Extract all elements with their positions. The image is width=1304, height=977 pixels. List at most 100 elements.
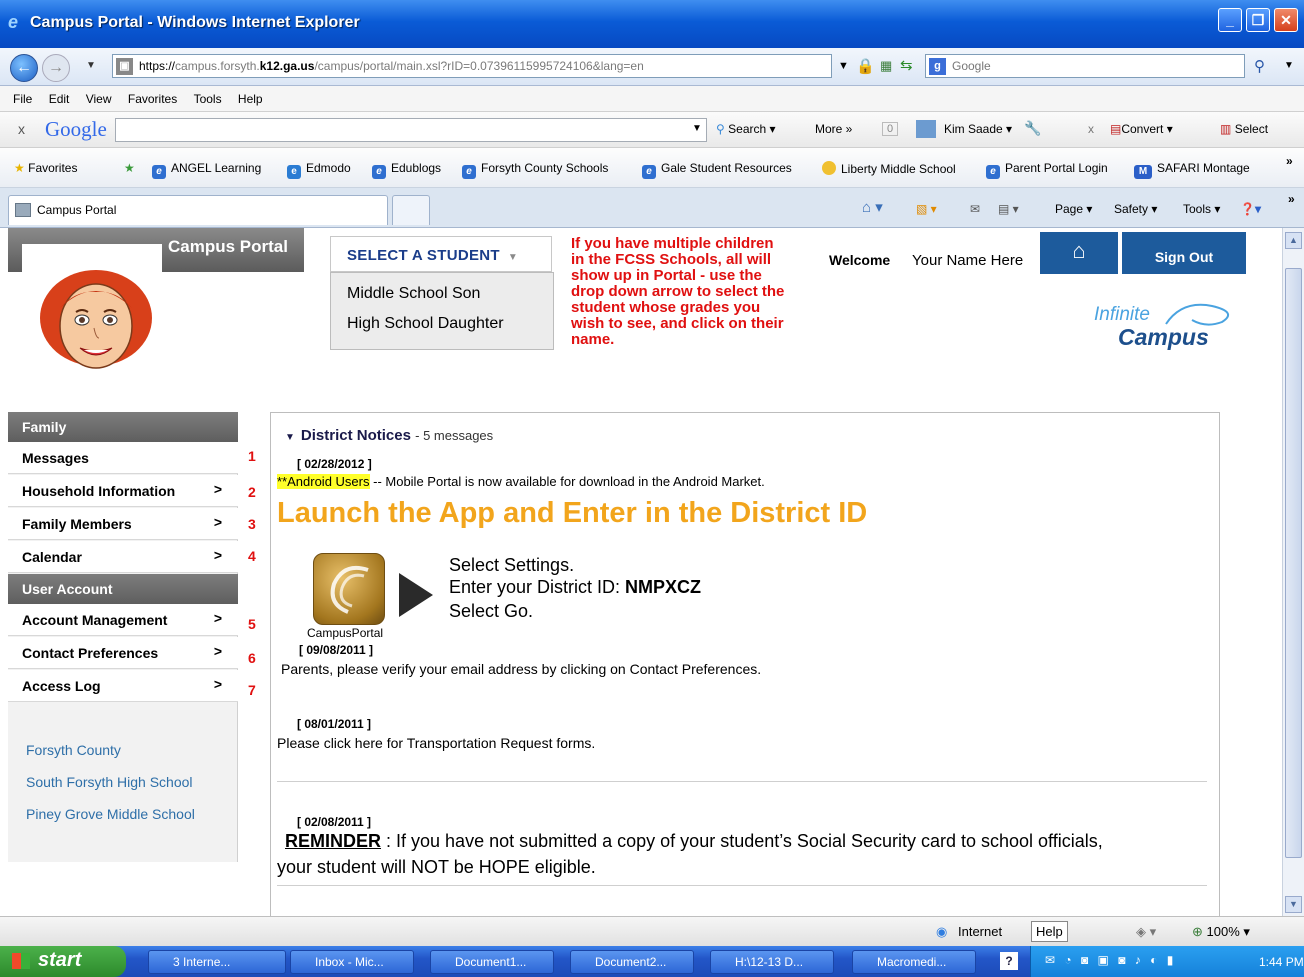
forward-button[interactable]: → xyxy=(42,54,70,82)
page-menu[interactable]: Page ▾ xyxy=(1055,202,1092,216)
help-tray-icon[interactable]: ? xyxy=(1000,952,1018,970)
link-south-forsyth-high-school[interactable]: South Forsyth High School xyxy=(26,774,193,790)
fav-edmodo[interactable]: e Edmodo xyxy=(287,161,351,179)
fav-gale-student-resources[interactable]: e Gale Student Resources xyxy=(642,161,792,179)
fav-parent-portal-login[interactable]: e Parent Portal Login xyxy=(986,161,1108,179)
menu-tools[interactable]: Tools xyxy=(194,86,222,112)
instruction-line: name. xyxy=(571,331,615,348)
tray-icons[interactable]: ✉ ◔ ◙ ▣ ◙ ♪ ◐ ▮ xyxy=(1045,953,1176,967)
tools-menu[interactable]: Tools ▾ xyxy=(1183,202,1220,216)
add-favorite-icon[interactable]: ★ xyxy=(124,161,135,175)
search-button-icon[interactable]: ⚲ xyxy=(1254,57,1265,75)
notices-count: - 5 messages xyxy=(415,428,494,443)
link-piney-grove-middle-school[interactable]: Piney Grove Middle School xyxy=(26,806,195,822)
notice-body: -- Mobile Portal is now available for do… xyxy=(369,474,765,489)
commandbar-overflow-icon[interactable]: » xyxy=(1288,192,1295,206)
annotation-number: 6 xyxy=(248,650,256,666)
google-search-button[interactable]: ⚲ Search ▾ xyxy=(716,122,776,136)
fav-angel-learning[interactable]: e ANGEL Learning xyxy=(152,161,261,179)
history-dropdown-icon[interactable]: ▼ xyxy=(86,60,96,71)
google-search-icon: g xyxy=(929,58,946,75)
close-x-icon[interactable]: x xyxy=(1088,122,1094,136)
menu-edit[interactable]: Edit xyxy=(49,86,70,112)
annotation-number: 1 xyxy=(248,448,256,464)
task-internet-explorer[interactable]: 3 Interne... xyxy=(148,950,286,974)
favorites-button[interactable]: ★ Favorites xyxy=(14,161,77,175)
select-button[interactable]: ▥ Select xyxy=(1220,122,1268,136)
student-option[interactable]: High School Daughter xyxy=(331,315,553,333)
lock-icon[interactable]: 🔒 xyxy=(856,57,875,75)
menu-favorites[interactable]: Favorites xyxy=(128,86,177,112)
wrench-icon[interactable]: 🔧 xyxy=(1024,120,1041,137)
task-inbox[interactable]: Inbox - Mic... xyxy=(290,950,414,974)
tab-bar: Campus Portal ⌂ ▾ ▧ ▾ ✉ ▤ ▾ Page ▾ Safet… xyxy=(0,188,1304,228)
google-search-dropdown-icon[interactable]: ▼ xyxy=(692,123,702,134)
district-notices-header[interactable]: ▼ District Notices - 5 messages xyxy=(285,427,493,444)
divider xyxy=(277,781,1207,782)
fav-edublogs[interactable]: e Edublogs xyxy=(372,161,441,179)
sidebar-item-account-management[interactable]: Account Management > xyxy=(8,604,238,636)
task-folder[interactable]: H:\12-13 D... xyxy=(710,950,834,974)
mail-icon[interactable]: ✉ xyxy=(970,202,980,216)
chevron-right-icon: > xyxy=(213,676,222,692)
minimize-button[interactable]: _ xyxy=(1218,8,1242,32)
address-input[interactable]: ▣ https://campus.forsyth.k12.ga.us/campu… xyxy=(112,54,832,78)
scroll-thumb[interactable] xyxy=(1285,268,1302,858)
google-toolbar-search-input[interactable] xyxy=(115,118,707,142)
sidebar-item-messages[interactable]: Messages xyxy=(8,442,238,474)
fav-safari-montage[interactable]: M SAFARI Montage xyxy=(1134,161,1250,179)
home-icon[interactable]: ⌂ ▾ xyxy=(862,198,883,216)
transportation-link[interactable]: Please click here for Transportation Req… xyxy=(277,735,595,751)
task-document2[interactable]: Document2... xyxy=(570,950,694,974)
select-student-dropdown[interactable]: SELECT A STUDENT ▼ xyxy=(330,236,552,272)
feeds-icon[interactable]: ▧ ▾ xyxy=(916,202,937,216)
scroll-up-icon[interactable]: ▲ xyxy=(1285,232,1302,249)
protected-mode-icon[interactable]: ◈ ▾ xyxy=(1136,924,1156,940)
vertical-scrollbar[interactable]: ▲ ▼ xyxy=(1282,228,1304,916)
new-tab-button[interactable] xyxy=(392,195,430,225)
link-forsyth-county[interactable]: Forsyth County xyxy=(26,742,121,758)
menu-view[interactable]: View xyxy=(86,86,112,112)
close-toolbar-icon[interactable]: x xyxy=(18,121,25,137)
favorites-overflow-icon[interactable]: » xyxy=(1286,154,1293,168)
address-dropdown-icon[interactable]: ▼ xyxy=(838,60,849,72)
search-options-icon[interactable]: ▼ xyxy=(1284,60,1294,71)
close-button[interactable]: ✕ xyxy=(1274,8,1298,32)
sidebar-item-family-members[interactable]: Family Members > xyxy=(8,508,238,540)
user-avatar xyxy=(916,120,936,138)
start-label: start xyxy=(38,949,82,971)
sidebar-item-calendar[interactable]: Calendar > xyxy=(8,541,238,573)
window-titlebar[interactable]: e Campus Portal - Windows Internet Explo… xyxy=(0,0,1304,48)
back-button[interactable]: ← xyxy=(10,54,38,82)
sidebar-item-household-information[interactable]: Household Information > xyxy=(8,475,238,507)
start-button[interactable]: start xyxy=(0,946,126,977)
more-button[interactable]: More » xyxy=(815,122,852,136)
menu-help[interactable]: Help xyxy=(238,86,263,112)
annotation-number: 4 xyxy=(248,548,256,564)
tab-campus-portal[interactable]: Campus Portal xyxy=(8,195,388,225)
sign-out-button[interactable]: Sign Out xyxy=(1122,232,1246,274)
annotation-number: 5 xyxy=(248,616,256,632)
sidebar-item-contact-preferences[interactable]: Contact Preferences > xyxy=(8,637,238,669)
notification-count[interactable]: 0 xyxy=(882,122,899,136)
menu-file[interactable]: File xyxy=(13,86,32,112)
compatibility-icon[interactable]: ▦ xyxy=(880,58,892,74)
task-document1[interactable]: Document1... xyxy=(430,950,554,974)
maximize-button[interactable]: ❐ xyxy=(1246,8,1270,32)
user-menu[interactable]: Kim Saade ▾ xyxy=(944,122,1012,136)
zoom-control[interactable]: ⊕ 100% ▾ xyxy=(1192,924,1250,940)
fav-forsyth-county-schools[interactable]: e Forsyth County Schools xyxy=(462,161,608,179)
print-icon[interactable]: ▤ ▾ xyxy=(998,202,1019,216)
sidebar-item-access-log[interactable]: Access Log > xyxy=(8,670,238,702)
home-button[interactable]: ⌂ xyxy=(1040,232,1118,274)
fav-liberty-middle-school[interactable]: Liberty Middle School xyxy=(822,161,956,176)
task-macromedia[interactable]: Macromedi... xyxy=(852,950,976,974)
help-icon[interactable]: ❓▾ xyxy=(1240,202,1261,216)
scroll-down-icon[interactable]: ▼ xyxy=(1285,896,1302,913)
convert-button[interactable]: ▤Convert ▾ xyxy=(1110,122,1173,136)
safety-menu[interactable]: Safety ▾ xyxy=(1114,202,1157,216)
student-option[interactable]: Middle School Son xyxy=(331,285,553,303)
sidebar-item-label: Family Members xyxy=(22,516,132,532)
refresh-icon[interactable]: ⇆ xyxy=(900,56,913,74)
search-input[interactable]: g Google xyxy=(925,54,1245,78)
